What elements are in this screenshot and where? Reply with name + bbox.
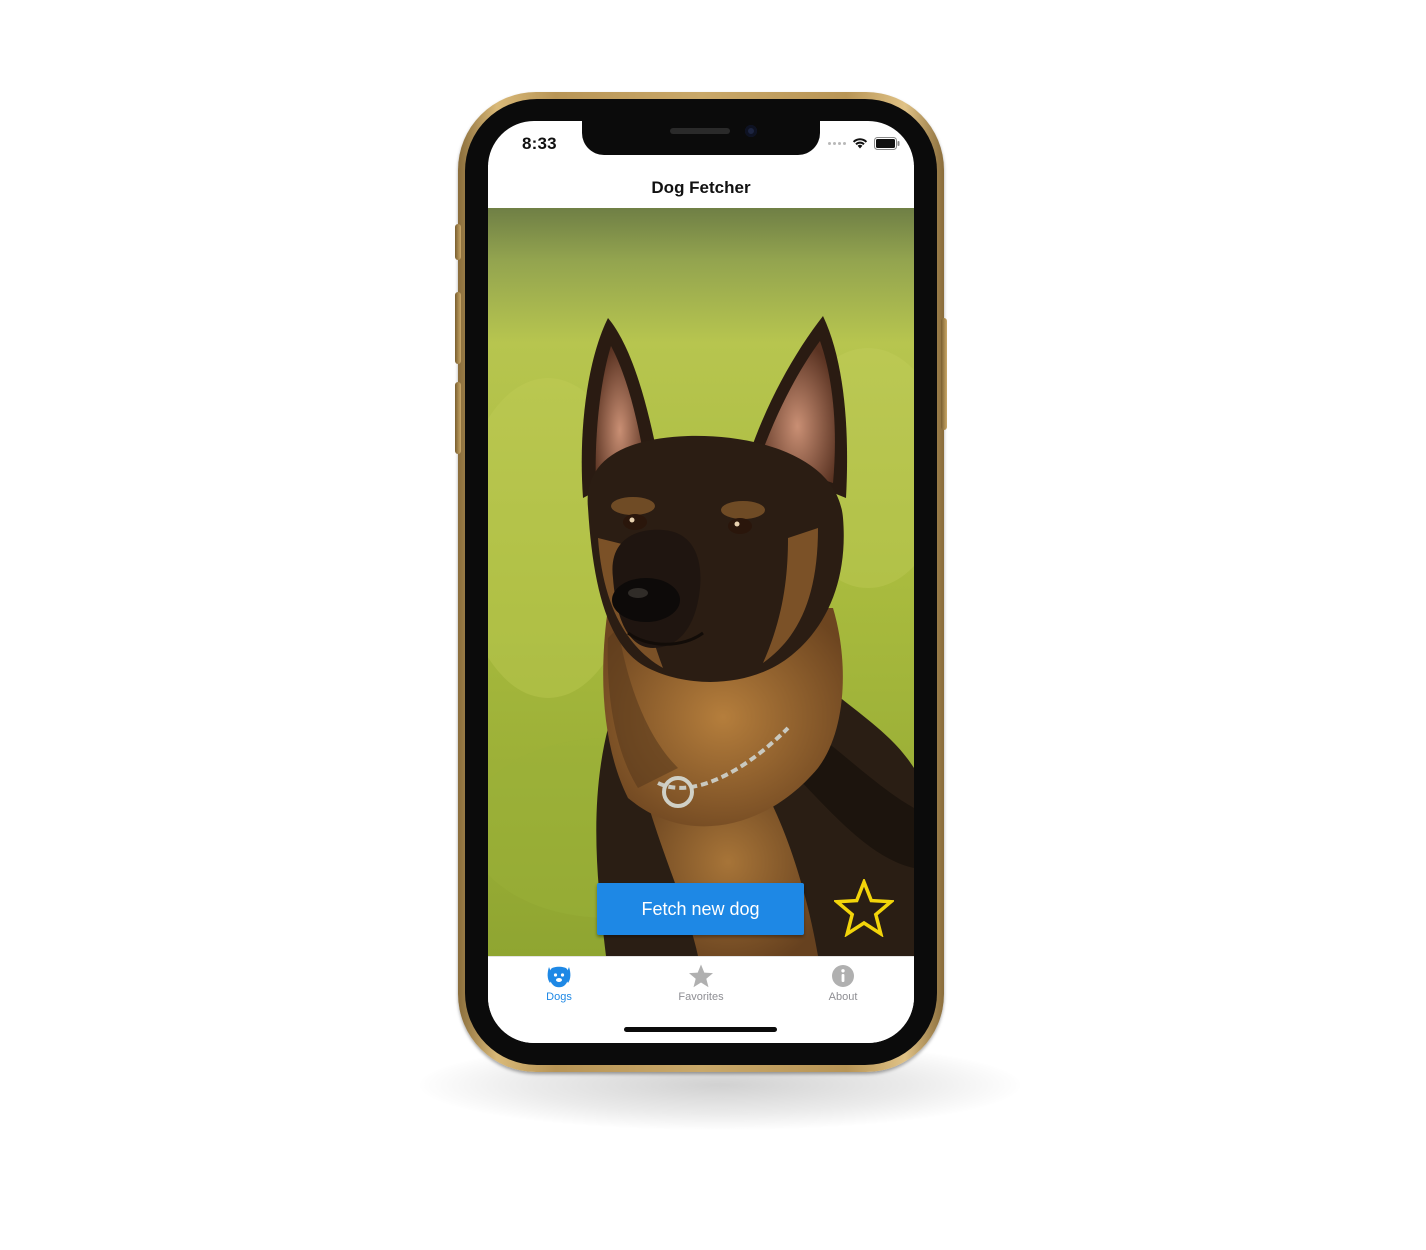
tab-label: Dogs xyxy=(546,991,572,1003)
front-camera xyxy=(745,125,757,137)
dog-face-icon xyxy=(547,966,571,988)
mockup-stage: 8:33 Dog Fetcher Fetch new dog Dogs Favo… xyxy=(0,0,1426,1250)
dog-photo xyxy=(488,208,914,956)
status-bar: 8:33 xyxy=(488,121,914,165)
wifi-icon xyxy=(852,138,868,149)
volume-up-button xyxy=(455,292,461,364)
navigation-bar: Dog Fetcher xyxy=(488,165,914,208)
home-indicator[interactable] xyxy=(624,1027,777,1032)
page-title: Dog Fetcher xyxy=(651,177,751,197)
power-button xyxy=(941,318,947,430)
volume-down-button xyxy=(455,382,461,454)
fetch-new-dog-button[interactable]: Fetch new dog xyxy=(597,883,804,935)
star-outline-icon[interactable] xyxy=(834,879,894,937)
tab-favorites[interactable]: Favorites xyxy=(630,957,772,1013)
star-icon xyxy=(689,964,713,988)
tab-label: Favorites xyxy=(678,991,724,1003)
status-time: 8:33 xyxy=(522,134,557,153)
german-shepherd-dog-photo xyxy=(488,208,914,956)
silent-switch xyxy=(455,224,461,260)
notch xyxy=(582,121,820,155)
app-screen: 8:33 Dog Fetcher Fetch new dog Dogs Favo… xyxy=(488,121,914,1043)
status-icons xyxy=(828,136,900,150)
tab-dogs[interactable]: Dogs xyxy=(488,957,630,1013)
info-icon xyxy=(832,965,854,987)
speaker-grille xyxy=(670,128,730,134)
cellular-signal-icon xyxy=(828,141,846,145)
battery-icon xyxy=(874,136,900,150)
tab-about[interactable]: About xyxy=(772,957,914,1013)
tab-label: About xyxy=(828,991,858,1003)
